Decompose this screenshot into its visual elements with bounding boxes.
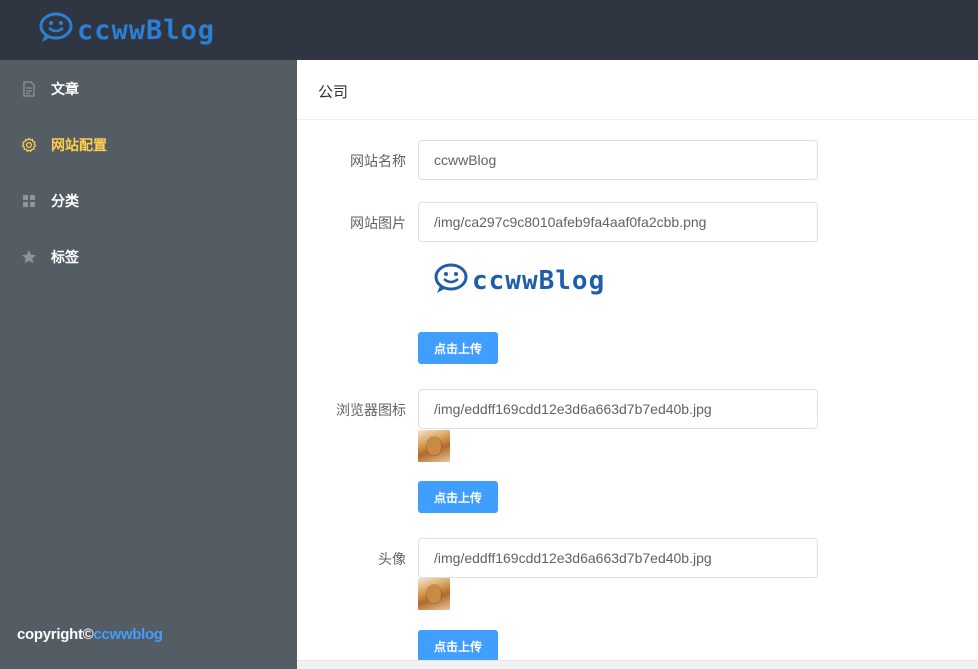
avatar-label: 头像 <box>378 551 406 567</box>
sidebar-item-categories[interactable]: 分类 <box>0 173 297 229</box>
star-icon <box>22 250 36 264</box>
avatar-preview-image <box>418 578 450 610</box>
document-icon <box>23 81 35 97</box>
favicon-input[interactable]: /img/eddff169cdd12e3d6a663d7b7ed40b.jpg <box>418 389 818 429</box>
sidebar-item-label: 文章 <box>51 81 79 97</box>
upload-favicon-button[interactable]: 点击上传 <box>418 481 498 513</box>
sidebar-item-label: 分类 <box>51 193 79 209</box>
logo-text: ccwwBlog <box>77 14 216 46</box>
copyright-brand-link[interactable]: ccwwblog <box>93 626 163 643</box>
upload-avatar-button[interactable]: 点击上传 <box>418 630 498 662</box>
sidebar-item-label: 网站配置 <box>51 137 107 153</box>
site-image-preview: ccwwBlog <box>433 259 605 299</box>
site-image-input[interactable]: /img/ca297c9c8010afeb9fa4aaf0fa2cbb.png <box>418 202 818 242</box>
upload-site-image-button[interactable]: 点击上传 <box>418 332 498 364</box>
site-logo[interactable]: ccwwBlog <box>38 8 215 48</box>
main-content: 公司 网站名称 ccwwBlog 网站图片 /img/ca297c9c8010a… <box>297 60 978 669</box>
copyright-footer: copyright©ccwwblog <box>17 626 163 643</box>
top-header: ccwwBlog <box>0 0 978 60</box>
favicon-label: 浏览器图标 <box>336 402 406 418</box>
card-header: 公司 <box>297 60 978 120</box>
gear-icon <box>21 137 37 152</box>
preview-logo-text: ccwwBlog <box>472 266 606 296</box>
copyright-prefix: copyright© <box>17 626 94 643</box>
sidebar-item-site-config[interactable]: 网站配置 <box>0 117 297 173</box>
smiley-logo-icon <box>39 12 73 42</box>
favicon-preview-image <box>418 430 450 462</box>
site-name-label: 网站名称 <box>350 153 406 169</box>
site-image-label: 网站图片 <box>350 215 406 231</box>
horizontal-scrollbar[interactable] <box>297 660 978 669</box>
smiley-logo-icon <box>434 263 468 293</box>
sidebar-item-articles[interactable]: 文章 <box>0 61 297 117</box>
site-name-input[interactable]: ccwwBlog <box>418 140 818 180</box>
page-title: 公司 <box>318 84 349 101</box>
avatar-input[interactable]: /img/eddff169cdd12e3d6a663d7b7ed40b.jpg <box>418 538 818 578</box>
sidebar-item-label: 标签 <box>51 249 79 265</box>
grid-icon <box>23 195 35 207</box>
sidebar-item-tags[interactable]: 标签 <box>0 229 297 285</box>
sidebar: 文章 网站配置 分类 标签 copyright©ccwwblog <box>0 60 297 669</box>
